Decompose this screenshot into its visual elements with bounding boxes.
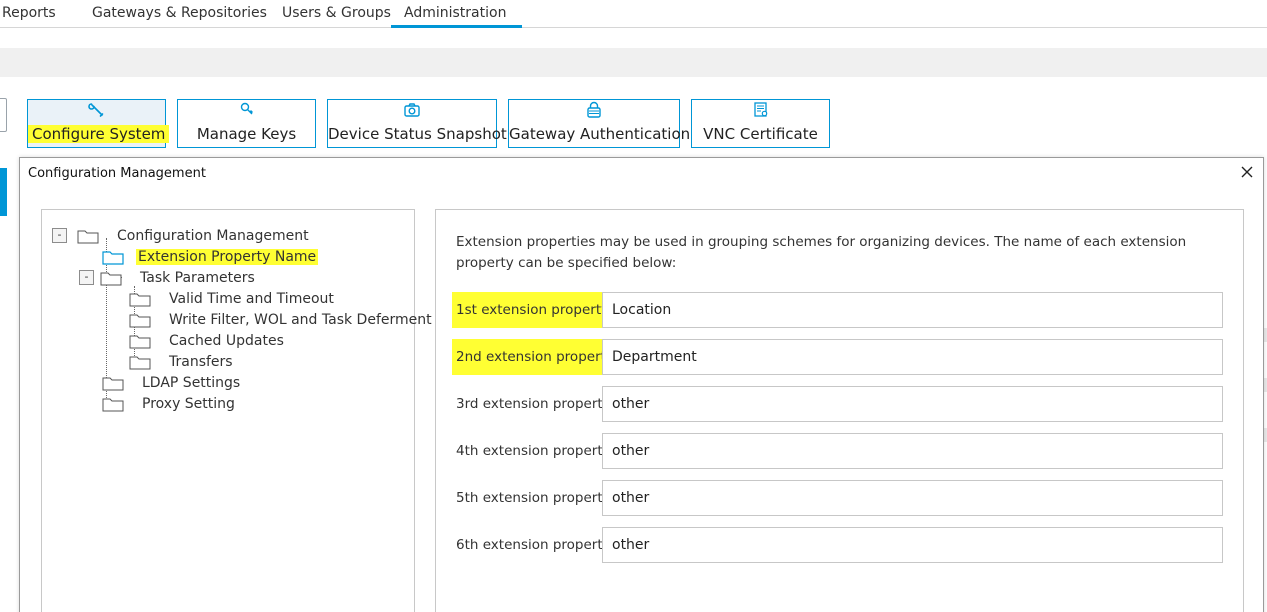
tab-users-groups[interactable]: Users & Groups: [270, 0, 403, 28]
property-input-3[interactable]: [602, 386, 1223, 422]
certificate-icon: [753, 102, 767, 117]
app-page: Reports Gateways & Repositories Users & …: [0, 0, 1267, 612]
wrench-icon: [87, 103, 103, 117]
tree-label-selected: Extension Property Name: [136, 248, 319, 265]
property-label-3: 3rd extension property: [456, 396, 611, 412]
gateway-authentication-button[interactable]: Gateway Authentication: [508, 99, 691, 148]
property-label-5: 5th extension property: [456, 490, 611, 506]
folder-icon: [100, 272, 122, 285]
folder-icon: [77, 230, 99, 243]
dialog-title: Configuration Management: [28, 166, 206, 181]
tree-item-transfers[interactable]: Transfers: [129, 351, 235, 372]
property-input-2[interactable]: [602, 339, 1223, 375]
close-icon[interactable]: [1239, 164, 1255, 180]
camera-icon: [404, 103, 420, 117]
collapse-toggle[interactable]: -: [52, 228, 67, 243]
tree-item-ldap-settings[interactable]: LDAP Settings: [102, 372, 242, 393]
search-box-edge[interactable]: [0, 98, 7, 132]
extension-properties-form: Extension properties may be used in grou…: [435, 209, 1244, 612]
property-input-5[interactable]: [602, 480, 1223, 516]
device-status-snapshot-button[interactable]: Device Status Snapshot: [327, 99, 507, 148]
settings-tree: - Configuration Management Extension Pro…: [41, 209, 432, 612]
tree-label: Write Filter, WOL and Task Deferment: [169, 311, 432, 328]
tab-gateways-repositories[interactable]: Gateways & Repositories: [80, 0, 279, 28]
folder-icon: [129, 314, 151, 327]
tree-label: Valid Time and Timeout: [169, 290, 334, 307]
sub-header-bar: [0, 48, 1267, 77]
property-input-6[interactable]: [602, 527, 1223, 563]
folder-icon: [129, 356, 151, 369]
side-accent-bar: [0, 168, 7, 216]
configure-system-button[interactable]: Configure System: [27, 99, 170, 148]
collapse-toggle[interactable]: -: [79, 270, 94, 285]
property-label-4: 4th extension property: [456, 443, 611, 459]
folder-icon: [102, 377, 124, 390]
folder-icon: [129, 335, 151, 348]
form-description: Extension properties may be used in grou…: [456, 234, 1187, 271]
vnc-certificate-label: VNC Certificate: [703, 125, 818, 143]
tree-label: Configuration Management: [117, 227, 309, 244]
top-nav: Reports Gateways & Repositories Users & …: [0, 0, 1267, 28]
property-input-1[interactable]: [602, 292, 1223, 328]
lock-icon: [587, 101, 601, 118]
property-label-6: 6th extension property: [456, 537, 611, 553]
key-icon: [240, 102, 253, 115]
property-label-2: 2nd extension property: [452, 339, 618, 375]
configure-system-label: Configure System: [28, 125, 170, 143]
manage-keys-button[interactable]: Manage Keys: [177, 99, 316, 148]
manage-keys-label: Manage Keys: [196, 125, 297, 143]
tree-label: Transfers: [169, 353, 233, 370]
tree-item-write-filter[interactable]: Write Filter, WOL and Task Deferment: [129, 309, 434, 330]
property-label-1: 1st extension property: [452, 292, 614, 328]
folder-icon: [129, 293, 151, 306]
vnc-certificate-button[interactable]: VNC Certificate: [691, 99, 830, 148]
configuration-management-dialog: Configuration Management - Configuration…: [19, 157, 1264, 612]
gateway-authentication-label: Gateway Authentication: [509, 125, 691, 143]
tree-item-proxy-setting[interactable]: Proxy Setting: [102, 393, 237, 414]
device-status-snapshot-label: Device Status Snapshot: [328, 125, 507, 143]
tab-administration[interactable]: Administration: [391, 0, 522, 28]
tree-item-task-parameters[interactable]: - Task Parameters: [79, 267, 257, 288]
tree-label: LDAP Settings: [142, 374, 241, 391]
property-input-4[interactable]: [602, 433, 1223, 469]
tree-item-cached-updates[interactable]: Cached Updates: [129, 330, 286, 351]
tree-label: Cached Updates: [169, 332, 284, 349]
tree-item-valid-time[interactable]: Valid Time and Timeout: [129, 288, 336, 309]
tree-item-extension-property-name[interactable]: Extension Property Name: [102, 246, 319, 267]
tree-label: Proxy Setting: [142, 395, 235, 412]
folder-icon: [102, 398, 124, 411]
folder-icon: [102, 250, 124, 265]
tree-label: Task Parameters: [140, 269, 255, 286]
tree-item-configuration-management[interactable]: - Configuration Management: [52, 225, 311, 246]
tab-reports[interactable]: Reports: [0, 0, 68, 28]
